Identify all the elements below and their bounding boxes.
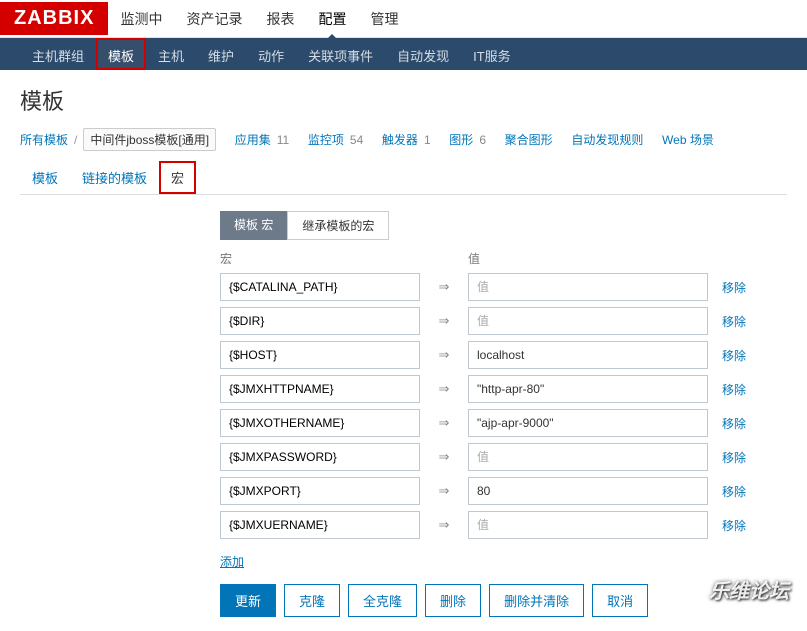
crumb-graphs[interactable]: 图形 <box>449 131 473 148</box>
sub-nav: 主机群组 模板 主机 维护 动作 关联项事件 自动发现 IT服务 <box>0 38 807 70</box>
subnav-itservices[interactable]: IT服务 <box>461 38 523 70</box>
macro-name-input[interactable] <box>220 375 420 403</box>
remove-link[interactable]: 移除 <box>722 313 746 330</box>
subnav-hosts[interactable]: 主机 <box>146 38 196 70</box>
arrow-icon: ⇒ <box>434 313 454 329</box>
macro-name-input[interactable] <box>220 443 420 471</box>
tab-macros[interactable]: 宏 <box>159 161 196 194</box>
arrow-icon: ⇒ <box>434 517 454 533</box>
crumb-graphs-count: 6 <box>479 133 486 147</box>
macro-row: ⇒ 移除 <box>220 375 787 403</box>
macro-name-input[interactable] <box>220 511 420 539</box>
crumb-drules[interactable]: 自动发现规则 <box>571 131 643 148</box>
crumb-current: 中间件jboss模板[通用] <box>83 128 216 151</box>
page-title: 模板 <box>20 84 787 116</box>
crumb-apps[interactable]: 应用集 <box>235 131 271 148</box>
macro-value-input[interactable] <box>468 443 708 471</box>
full-clone-button[interactable]: 全克隆 <box>348 584 417 617</box>
macro-row: ⇒ 移除 <box>220 307 787 335</box>
remove-link[interactable]: 移除 <box>722 517 746 534</box>
macro-rows: ⇒ 移除 ⇒ 移除 ⇒ 移除 ⇒ 移除 ⇒ 移除 ⇒ 移除 ⇒ 移除 ⇒ 移除 <box>220 273 787 539</box>
col-spacer <box>434 250 454 267</box>
subnav-correlation[interactable]: 关联项事件 <box>296 38 385 70</box>
macro-value-input[interactable] <box>468 341 708 369</box>
toggle-template-macros[interactable]: 模板 宏 <box>220 211 287 240</box>
delete-clear-button[interactable]: 删除并清除 <box>489 584 584 617</box>
tab-linked[interactable]: 链接的模板 <box>70 161 159 194</box>
arrow-icon: ⇒ <box>434 449 454 465</box>
toggle-inherited-macros[interactable]: 继承模板的宏 <box>287 211 389 240</box>
macro-name-input[interactable] <box>220 477 420 505</box>
macro-toggle: 模板 宏 继承模板的宏 <box>220 211 389 240</box>
macro-row: ⇒ 移除 <box>220 477 787 505</box>
top-nav: 监测中 资产记录 报表 配置 管理 <box>108 0 410 39</box>
crumb-separator: / <box>74 133 77 147</box>
nav-admin[interactable]: 管理 <box>358 0 410 39</box>
delete-button[interactable]: 删除 <box>425 584 481 617</box>
arrow-icon: ⇒ <box>434 279 454 295</box>
remove-link[interactable]: 移除 <box>722 347 746 364</box>
breadcrumb: 所有模板 / 中间件jboss模板[通用] 应用集 11 监控项 54 触发器 1 图… <box>20 128 787 151</box>
button-bar: 更新 克隆 全克隆 删除 删除并清除 取消 <box>220 584 787 617</box>
macro-value-input[interactable] <box>468 409 708 437</box>
tab-template[interactable]: 模板 <box>20 161 70 194</box>
macro-row: ⇒ 移除 <box>220 511 787 539</box>
crumb-items[interactable]: 监控项 <box>308 131 344 148</box>
macro-value-input[interactable] <box>468 477 708 505</box>
macros-form: 模板 宏 继承模板的宏 宏 值 ⇒ 移除 ⇒ 移除 ⇒ 移除 ⇒ 移除 ⇒ 移除 ⇒ 移除 ⇒ 移除 ⇒ 移除… <box>20 211 787 617</box>
subnav-discovery[interactable]: 自动发现 <box>385 38 461 70</box>
macro-name-input[interactable] <box>220 307 420 335</box>
crumb-web[interactable]: Web 场景 <box>662 131 714 148</box>
col-macro: 宏 <box>220 250 420 267</box>
logo: ZABBIX <box>0 2 108 35</box>
nav-reports[interactable]: 报表 <box>254 0 306 39</box>
top-bar: ZABBIX 监测中 资产记录 报表 配置 管理 <box>0 0 807 38</box>
page-content: 模板 所有模板 / 中间件jboss模板[通用] 应用集 11 监控项 54 触发器… <box>0 70 807 631</box>
subnav-hostgroups[interactable]: 主机群组 <box>20 38 96 70</box>
update-button[interactable]: 更新 <box>220 584 276 617</box>
nav-monitoring[interactable]: 监测中 <box>108 0 174 39</box>
remove-link[interactable]: 移除 <box>722 483 746 500</box>
remove-link[interactable]: 移除 <box>722 381 746 398</box>
arrow-icon: ⇒ <box>434 381 454 397</box>
clone-button[interactable]: 克隆 <box>284 584 340 617</box>
crumb-triggers[interactable]: 触发器 <box>382 131 418 148</box>
macro-name-input[interactable] <box>220 273 420 301</box>
watermark: 乐维论坛 <box>709 575 789 604</box>
arrow-icon: ⇒ <box>434 347 454 363</box>
tabs: 模板 链接的模板 宏 <box>20 161 787 195</box>
subnav-templates[interactable]: 模板 <box>96 38 146 70</box>
macro-value-input[interactable] <box>468 273 708 301</box>
nav-config[interactable]: 配置 <box>306 0 358 39</box>
cancel-button[interactable]: 取消 <box>592 584 648 617</box>
macro-row: ⇒ 移除 <box>220 443 787 471</box>
macro-value-input[interactable] <box>468 511 708 539</box>
crumb-items-count: 54 <box>350 133 363 147</box>
arrow-icon: ⇒ <box>434 415 454 431</box>
macro-value-input[interactable] <box>468 307 708 335</box>
macro-name-input[interactable] <box>220 341 420 369</box>
crumb-triggers-count: 1 <box>424 133 431 147</box>
macro-name-input[interactable] <box>220 409 420 437</box>
column-headers: 宏 值 <box>220 250 787 267</box>
add-link[interactable]: 添加 <box>220 553 244 570</box>
macro-row: ⇒ 移除 <box>220 273 787 301</box>
remove-link[interactable]: 移除 <box>722 415 746 432</box>
crumb-screens[interactable]: 聚合图形 <box>505 131 553 148</box>
subnav-maintenance[interactable]: 维护 <box>196 38 246 70</box>
macro-value-input[interactable] <box>468 375 708 403</box>
remove-link[interactable]: 移除 <box>722 279 746 296</box>
macro-row: ⇒ 移除 <box>220 341 787 369</box>
arrow-icon: ⇒ <box>434 483 454 499</box>
remove-link[interactable]: 移除 <box>722 449 746 466</box>
macro-row: ⇒ 移除 <box>220 409 787 437</box>
crumb-apps-count: 11 <box>277 133 289 147</box>
subnav-actions[interactable]: 动作 <box>246 38 296 70</box>
nav-inventory[interactable]: 资产记录 <box>174 0 254 39</box>
col-value: 值 <box>468 250 480 267</box>
crumb-all-templates[interactable]: 所有模板 <box>20 131 68 148</box>
